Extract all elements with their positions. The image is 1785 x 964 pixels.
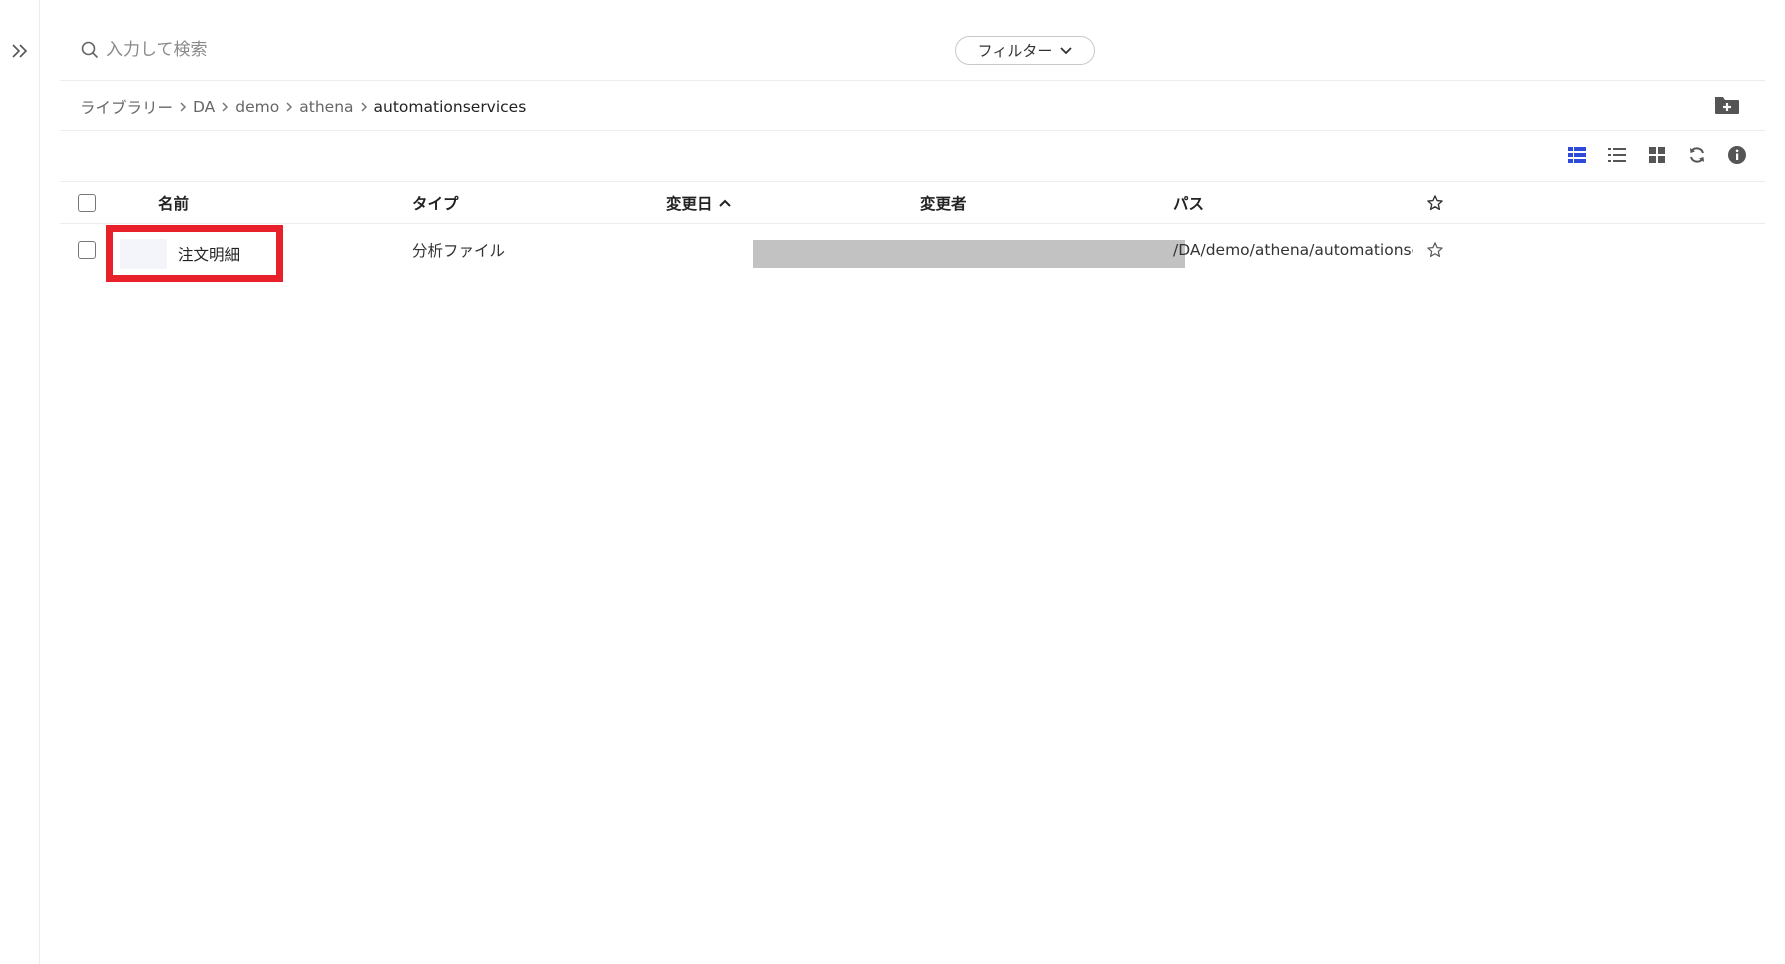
breadcrumb: ライブラリー DA demo athena automationservices bbox=[80, 96, 526, 118]
chevron-right-icon bbox=[285, 101, 293, 113]
star-icon bbox=[1427, 194, 1443, 210]
expand-sidebar-button[interactable] bbox=[9, 40, 31, 62]
column-header-modified[interactable]: 変更日 bbox=[666, 182, 866, 223]
favorite-button[interactable] bbox=[1426, 224, 1450, 276]
detail-view-icon bbox=[1568, 147, 1586, 163]
breadcrumb-item-current: automationservices bbox=[373, 98, 527, 116]
sidebar bbox=[0, 0, 40, 964]
search-icon bbox=[81, 41, 99, 59]
search-input[interactable] bbox=[106, 36, 606, 64]
search-bar: フィルター bbox=[60, 0, 1765, 81]
breadcrumb-item-demo[interactable]: demo bbox=[235, 98, 279, 116]
main-panel: フィルター ライブラリー DA demo athena automationse… bbox=[60, 0, 1765, 964]
highlighted-file-name[interactable]: 注文明細 bbox=[106, 225, 283, 282]
sort-ascending-icon bbox=[718, 199, 731, 207]
detail-view-button[interactable] bbox=[1567, 145, 1587, 165]
refresh-button[interactable] bbox=[1687, 145, 1707, 165]
table-row[interactable]: 注文明細 分析ファイル /DA/demo/athena/automationse… bbox=[60, 224, 1765, 282]
refresh-icon bbox=[1690, 147, 1704, 163]
filter-button[interactable]: フィルター bbox=[955, 36, 1095, 65]
double-chevron-right-icon bbox=[12, 44, 28, 58]
select-all-checkbox[interactable] bbox=[78, 193, 96, 212]
grid-view-button[interactable] bbox=[1647, 145, 1667, 165]
info-button[interactable] bbox=[1727, 145, 1747, 165]
redacted-modified-info bbox=[753, 240, 1185, 268]
folder-plus-icon bbox=[1715, 97, 1739, 114]
filter-label: フィルター bbox=[977, 42, 1053, 60]
list-view-icon bbox=[1608, 148, 1626, 162]
breadcrumb-row: ライブラリー DA demo athena automationservices bbox=[60, 81, 1765, 131]
chevron-down-icon bbox=[1060, 46, 1072, 54]
column-header-type[interactable]: タイプ bbox=[412, 182, 612, 223]
info-icon bbox=[1728, 146, 1746, 164]
grid-view-icon bbox=[1649, 147, 1665, 163]
breadcrumb-item-athena[interactable]: athena bbox=[299, 98, 353, 116]
column-header-name[interactable]: 名前 bbox=[158, 182, 358, 223]
chevron-right-icon bbox=[179, 101, 187, 113]
breadcrumb-item-library[interactable]: ライブラリー bbox=[80, 96, 173, 118]
file-icon bbox=[120, 238, 167, 269]
table-header: 名前 タイプ 変更日 変更者 パス bbox=[60, 182, 1765, 224]
star-icon bbox=[1427, 242, 1443, 257]
column-header-modified-by[interactable]: 変更者 bbox=[920, 182, 1120, 223]
view-toolbar bbox=[60, 131, 1765, 182]
row-checkbox[interactable] bbox=[78, 241, 96, 259]
file-type: 分析ファイル bbox=[412, 242, 506, 260]
chevron-right-icon bbox=[221, 101, 229, 113]
column-header-favorite[interactable] bbox=[1426, 182, 1450, 223]
file-name[interactable]: 注文明細 bbox=[178, 243, 240, 265]
new-folder-button[interactable] bbox=[1713, 93, 1741, 117]
list-view-button[interactable] bbox=[1607, 145, 1627, 165]
chevron-right-icon bbox=[360, 101, 368, 113]
file-path: /DA/demo/athena/automationservi... bbox=[1173, 241, 1413, 259]
breadcrumb-item-da[interactable]: DA bbox=[193, 98, 215, 116]
column-header-path[interactable]: パス bbox=[1173, 182, 1373, 223]
